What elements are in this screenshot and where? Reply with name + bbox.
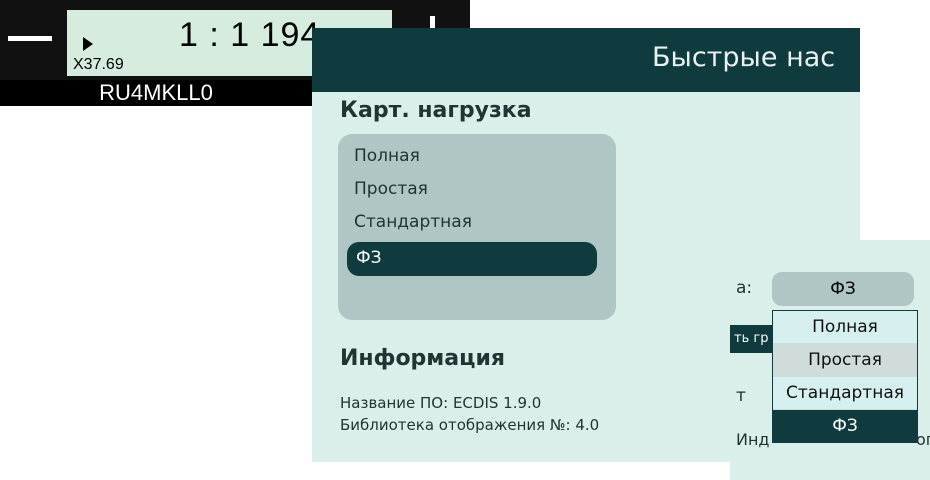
chart-load-option-full[interactable]: Полная (354, 146, 420, 166)
panel-title: Быстрые нас (652, 42, 836, 73)
display-library-version: Библиотека отображения №: 4.0 (340, 416, 600, 434)
dropdown-option-fz[interactable]: ФЗ (773, 410, 917, 442)
coordinate-readout: X37.69 (73, 56, 124, 73)
settings-dialog-fragment: а: ть гр т Инд ого ФЗ Полная Простая Ста… (730, 240, 930, 480)
field-label-ind-tail: ого (916, 430, 930, 449)
vessel-id-label: RU4MKLL0 (0, 80, 312, 106)
minus-icon (8, 36, 52, 41)
zoom-out-button[interactable] (0, 0, 64, 80)
play-triangle-icon[interactable] (83, 37, 93, 51)
chart-load-dropdown: Полная Простая Стандартная ФЗ (772, 310, 918, 443)
chart-load-option-standard[interactable]: Стандартная (354, 212, 472, 232)
dropdown-option-full[interactable]: Полная (773, 311, 917, 344)
chart-load-select[interactable]: ФЗ (772, 272, 914, 306)
quick-settings-header: Быстрые нас (312, 28, 860, 92)
field-label-a: а: (736, 278, 753, 298)
chart-load-heading: Карт. нагрузка (340, 98, 532, 123)
software-name: Название ПО: ECDIS 1.9.0 (340, 394, 542, 412)
info-heading: Информация (340, 346, 505, 371)
chart-load-list: Полная Простая Стандартная ФЗ (338, 134, 616, 320)
field-label-ind: Инд (736, 430, 770, 449)
partial-action-button[interactable]: ть гр (730, 325, 774, 353)
dropdown-option-simple[interactable]: Простая (773, 344, 917, 377)
dropdown-option-standard[interactable]: Стандартная (773, 377, 917, 410)
chart-load-option-simple[interactable]: Простая (354, 179, 428, 199)
chart-load-option-fz[interactable]: ФЗ (347, 242, 597, 276)
field-label-t: т (736, 386, 746, 406)
scale-value: 1 : 1 194 (179, 16, 321, 54)
